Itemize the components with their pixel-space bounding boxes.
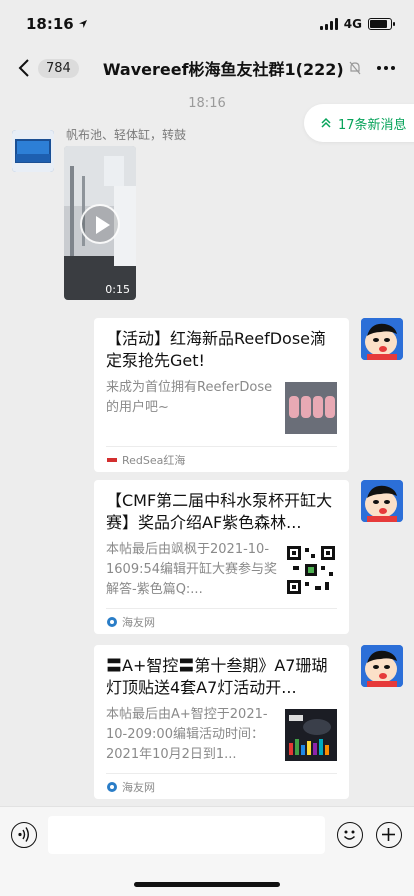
new-messages-label: 17条新消息 — [338, 117, 407, 133]
link-card-source: 海友网 — [122, 615, 155, 629]
sender-avatar[interactable] — [12, 130, 54, 172]
chat-header: 784 Wavereef彬海鱼友社群1(222) — [0, 48, 414, 88]
link-card-description: 来成为首位拥有ReeferDose的用户吧~ — [106, 380, 273, 415]
unread-count-badge[interactable]: 784 — [38, 58, 79, 78]
link-card-description: 本帖最后由A+智控于2021-10-209:00编辑活动时间：2021年10月2… — [106, 707, 268, 762]
my-avatar[interactable] — [361, 645, 403, 687]
my-avatar[interactable] — [361, 480, 403, 522]
link-card[interactable]: 【活动】红海新品ReefDose滴定泵抢先Get! 来成为首位拥有ReeferD… — [94, 318, 349, 472]
link-card[interactable]: 【CMF第二届中科水泵杯开缸大赛】奖品介绍AF紫色森林... 本帖最后由飒枫于2… — [94, 480, 349, 634]
link-card-footer: 海友网 — [106, 773, 337, 799]
redsea-logo-icon — [107, 457, 117, 462]
cartoon-avatar-image — [361, 480, 403, 522]
link-card-body: 本帖最后由A+智控于2021-10-209:00编辑活动时间：2021年10月2… — [106, 705, 337, 765]
play-icon[interactable] — [80, 204, 120, 244]
globe-icon — [107, 781, 117, 792]
lamp-poster-thumbnail — [285, 709, 337, 761]
link-card-body: 来成为首位拥有ReeferDose的用户吧~ — [106, 378, 337, 438]
link-card-title: 【CMF第二届中科水泵杯开缸大赛】奖品介绍AF紫色森林... — [106, 491, 333, 532]
message-text-input[interactable] — [48, 816, 325, 854]
video-message[interactable]: 0:15 — [64, 146, 136, 300]
status-indicators: 4G — [319, 17, 395, 31]
link-card-footer: 海友网 — [106, 608, 337, 634]
plus-icon — [382, 828, 395, 841]
link-card-source: RedSea红海 — [122, 453, 186, 467]
status-time-text: 18:16 — [26, 15, 74, 33]
cartoon-avatar-image — [361, 645, 403, 687]
signal-icon — [319, 18, 338, 30]
home-indicator[interactable] — [134, 882, 280, 887]
link-card[interactable]: 〓A+智控〓第十叁期》A7珊瑚灯顶贴送4套A7灯活动开... 本帖最后由A+智控… — [94, 645, 349, 799]
voice-input-button[interactable] — [11, 822, 37, 848]
status-bar: 18:16 4G — [0, 0, 414, 48]
emoji-icon — [344, 830, 355, 840]
mute-bell-icon — [349, 61, 361, 75]
link-card-body: 本帖最后由飒枫于2021-10-1609:54编辑开缸大赛参与奖解答-紫色篇Q:… — [106, 540, 337, 600]
back-button[interactable] — [10, 48, 38, 88]
double-chevron-up-icon — [321, 117, 331, 128]
back-arrow-icon — [18, 59, 29, 77]
my-avatar[interactable] — [361, 318, 403, 360]
qr-code-thumbnail — [285, 544, 337, 596]
new-messages-button[interactable]: 17条新消息 — [304, 104, 414, 142]
emoji-button[interactable] — [337, 822, 363, 848]
link-card-title: 【活动】红海新品ReefDose滴定泵抢先Get! — [106, 329, 327, 370]
sender-name: 帆布池、轻体缸，转鼓 — [66, 128, 187, 142]
status-time: 18:16 — [26, 15, 88, 33]
video-duration: 0:15 — [105, 283, 130, 296]
more-options-button[interactable] — [374, 58, 398, 78]
product-thumbnail — [285, 382, 337, 434]
cartoon-avatar-image — [361, 318, 403, 360]
more-functions-button[interactable] — [376, 822, 402, 848]
link-card-source: 海友网 — [122, 780, 155, 794]
battery-level — [370, 20, 387, 28]
chat-title: Wavereef彬海鱼友社群1(222) — [103, 56, 362, 80]
chat-title-text: Wavereef彬海鱼友社群1(222) — [102, 60, 344, 79]
location-arrow-icon — [78, 20, 87, 28]
link-card-title: 〓A+智控〓第十叁期》A7珊瑚灯顶贴送4套A7灯活动开... — [106, 656, 328, 697]
network-type: 4G — [343, 17, 362, 31]
voice-icon — [18, 827, 29, 842]
link-card-description: 本帖最后由飒枫于2021-10-1609:54编辑开缸大赛参与奖解答-紫色篇Q:… — [106, 542, 278, 597]
globe-icon — [107, 616, 117, 627]
battery-icon — [368, 18, 395, 30]
more-dot-icon — [377, 66, 381, 70]
aquarium-avatar-image — [12, 130, 54, 172]
link-card-footer: RedSea红海 — [106, 446, 337, 472]
